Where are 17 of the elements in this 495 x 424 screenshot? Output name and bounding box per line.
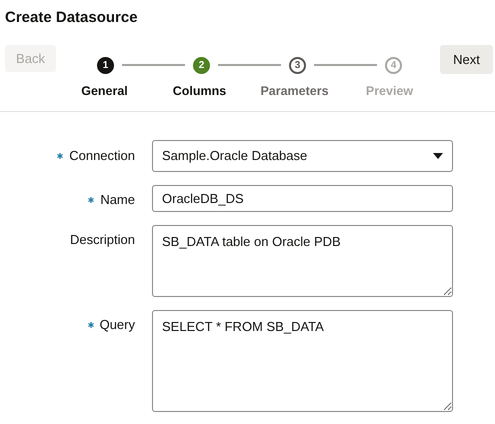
field-label: Name [100, 191, 135, 209]
field-label: Description [70, 231, 135, 249]
step-number[interactable]: 2 [193, 56, 210, 74]
connection-dropdown[interactable]: Sample.Oracle Database [152, 140, 453, 172]
step-number[interactable]: 1 [97, 56, 114, 74]
name-field[interactable]: OracleDB_DS [152, 185, 453, 212]
step-label[interactable]: General [81, 82, 128, 101]
step-label[interactable]: Columns [172, 82, 226, 101]
description-field[interactable]: SB_DATA table on Oracle PDB [152, 225, 453, 297]
query-field[interactable]: SELECT * FROM SB_DATA [152, 310, 453, 412]
field-label: Connection [69, 147, 135, 165]
next-button[interactable]: Next [440, 45, 493, 74]
page-title: Create Datasource [4, 8, 138, 27]
step-number[interactable]: 3 [289, 56, 306, 74]
field-label: Query [100, 316, 135, 334]
caret-down-icon [433, 153, 443, 159]
step-label[interactable]: Parameters [260, 82, 329, 101]
